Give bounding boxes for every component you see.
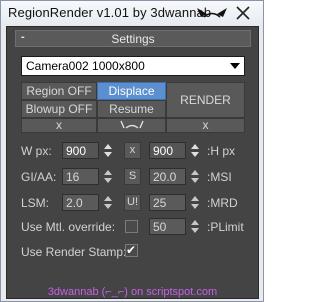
emblem-button[interactable] [97, 118, 166, 133]
emblem-icon [197, 8, 227, 18]
mrd-spinner-icon[interactable] [191, 196, 199, 209]
w-px-input[interactable]: 900 [62, 142, 99, 159]
lsm-spinner-icon[interactable] [104, 196, 112, 209]
title-bar[interactable]: RegionRender v1.01 by 3dwannab [1, 1, 263, 25]
mrd-input[interactable]: 25 [149, 194, 186, 211]
gi-aa-spinner-icon[interactable] [104, 170, 112, 183]
msi-spinner-icon[interactable] [191, 170, 199, 183]
resume-button[interactable]: Resume [97, 100, 166, 118]
gi-aa-value: 16 [66, 170, 80, 184]
settings-panel: - Settings Camera002 1000x800 Region OFF… [6, 26, 259, 299]
checkmark-icon: ✔ [126, 243, 137, 257]
render-stamp-checkbox[interactable]: ✔ [125, 243, 138, 257]
camera-dropdown[interactable]: Camera002 1000x800 [21, 56, 245, 76]
close-icon[interactable] [235, 5, 251, 21]
x-left-button[interactable]: x [21, 118, 97, 133]
w-px-spinner-icon[interactable] [104, 144, 112, 157]
camera-dropdown-value: Camera002 1000x800 [26, 59, 145, 73]
settings-rollout-header[interactable]: - Settings [15, 30, 251, 47]
h-px-label: :H px [207, 144, 236, 158]
lsm-label: LSM: [21, 196, 50, 210]
gi-aa-input[interactable]: 16 [62, 168, 99, 185]
region-toggle-button[interactable]: Region OFF [21, 82, 97, 100]
h-px-value: 900 [153, 144, 174, 158]
scriptspot-link[interactable]: 3dwannab (⌐_⌐) on scriptspot.com [7, 286, 258, 298]
s-button[interactable]: S [124, 168, 141, 185]
render-button[interactable]: RENDER [166, 82, 245, 118]
lsm-value: 2.0 [66, 196, 83, 210]
mrd-label: :MRD [207, 196, 238, 210]
h-px-input[interactable]: 900 [149, 142, 186, 159]
window-title: RegionRender v1.01 by 3dwannab [8, 5, 212, 20]
plimit-input[interactable]: 50 [149, 218, 186, 235]
w-px-label: W px: [21, 144, 52, 158]
plimit-label: :PLimit [207, 220, 244, 234]
x-right-button[interactable]: x [166, 118, 245, 133]
blowup-toggle-button[interactable]: Blowup OFF [21, 100, 97, 118]
gi-aa-label: GI/AA: [21, 170, 57, 184]
chevron-down-icon [230, 63, 240, 69]
msi-input[interactable]: 20.0 [149, 168, 186, 185]
rollout-title: Settings [111, 32, 155, 46]
w-px-value: 900 [66, 144, 87, 158]
mtl-override-label: Use Mtl. override: [21, 220, 116, 234]
render-stamp-label: Use Render Stamp: [21, 245, 127, 259]
emblem-face-icon [120, 120, 144, 129]
mtl-override-checkbox[interactable] [125, 220, 138, 233]
region-render-window: RegionRender v1.01 by 3dwannab - Setting… [0, 0, 264, 302]
msi-label: :MSI [207, 170, 232, 184]
msi-value: 20.0 [153, 170, 177, 184]
plimit-spinner-icon[interactable] [191, 220, 199, 233]
lsm-input[interactable]: 2.0 [62, 194, 99, 211]
plimit-value: 50 [153, 220, 167, 234]
displace-toggle-button[interactable]: Displace ON [97, 82, 166, 114]
swap-dimensions-button[interactable]: x [124, 142, 141, 159]
h-px-spinner-icon[interactable] [191, 144, 199, 157]
u-button[interactable]: U! [124, 194, 141, 211]
mrd-value: 25 [153, 196, 167, 210]
